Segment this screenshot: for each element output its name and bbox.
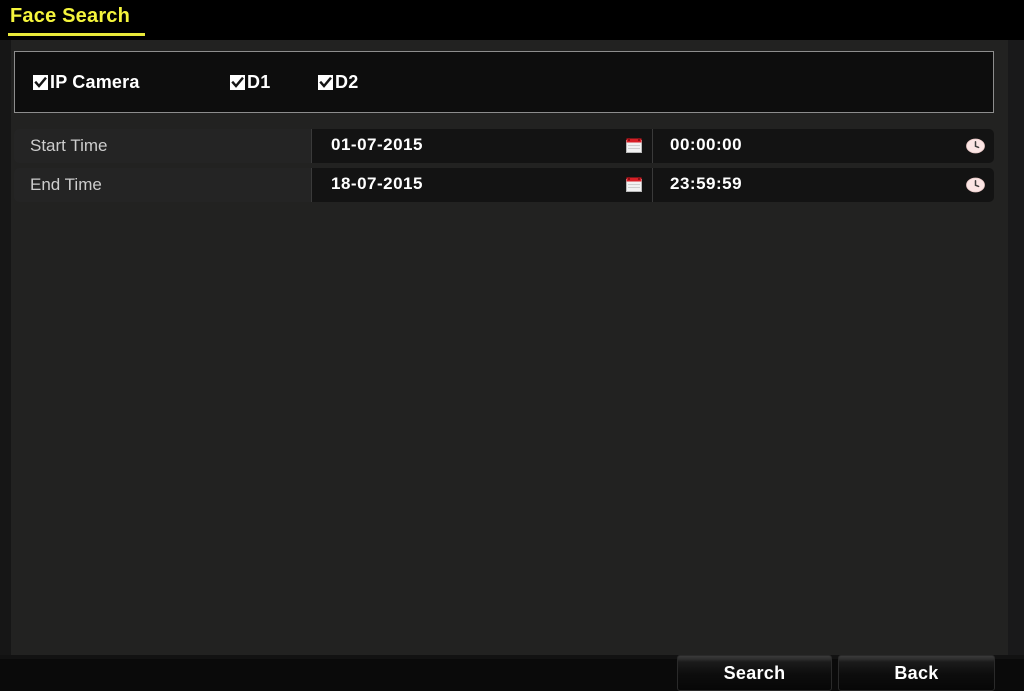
- clock-icon[interactable]: [966, 138, 985, 154]
- start-time-label: Start Time: [30, 136, 108, 155]
- back-button[interactable]: Back: [838, 655, 995, 691]
- start-date-value: 01-07-2015: [331, 135, 423, 154]
- left-edge-strip: [0, 40, 11, 659]
- camera-checkbox-ip-camera[interactable]: IP Camera: [33, 72, 140, 93]
- calendar-icon[interactable]: [626, 138, 642, 153]
- checkbox-checked-icon[interactable]: [230, 75, 245, 90]
- start-time-value: 00:00:00: [670, 135, 743, 154]
- start-time-row: Start Time 01-07-2015 00:00:00: [14, 129, 994, 163]
- camera-checkbox-d2[interactable]: D2: [318, 72, 358, 93]
- checkbox-checked-icon[interactable]: [33, 75, 48, 90]
- start-date-field[interactable]: 01-07-2015: [311, 129, 653, 163]
- end-date-value: 18-07-2015: [331, 174, 423, 193]
- camera-label: D2: [335, 72, 359, 92]
- right-edge-strip: [1008, 40, 1024, 659]
- window-titlebar: Face Search: [0, 0, 1024, 40]
- end-time-label: End Time: [30, 175, 102, 194]
- title-underline: [8, 33, 145, 36]
- clock-icon[interactable]: [966, 177, 985, 193]
- page-body: IP Camera D1 D2 Start Time 01-07-2015 00…: [0, 40, 1024, 691]
- camera-checkbox-d1[interactable]: D1: [230, 72, 270, 93]
- face-search-window: Face Search IP Camera D1 D2 Start Time 0…: [0, 0, 1024, 691]
- camera-selection-panel: IP Camera D1 D2: [14, 51, 994, 113]
- end-time-value: 23:59:59: [670, 174, 743, 193]
- checkbox-checked-icon[interactable]: [318, 75, 333, 90]
- start-time-field[interactable]: 00:00:00: [653, 129, 994, 163]
- page-title: Face Search: [10, 5, 131, 27]
- end-date-field[interactable]: 18-07-2015: [311, 168, 653, 202]
- end-time-row: End Time 18-07-2015 23:59:59: [14, 168, 994, 202]
- search-button[interactable]: Search: [677, 655, 832, 691]
- camera-label: IP Camera: [50, 72, 140, 92]
- camera-label: D1: [247, 72, 271, 92]
- calendar-icon[interactable]: [626, 177, 642, 192]
- end-time-field[interactable]: 23:59:59: [653, 168, 994, 202]
